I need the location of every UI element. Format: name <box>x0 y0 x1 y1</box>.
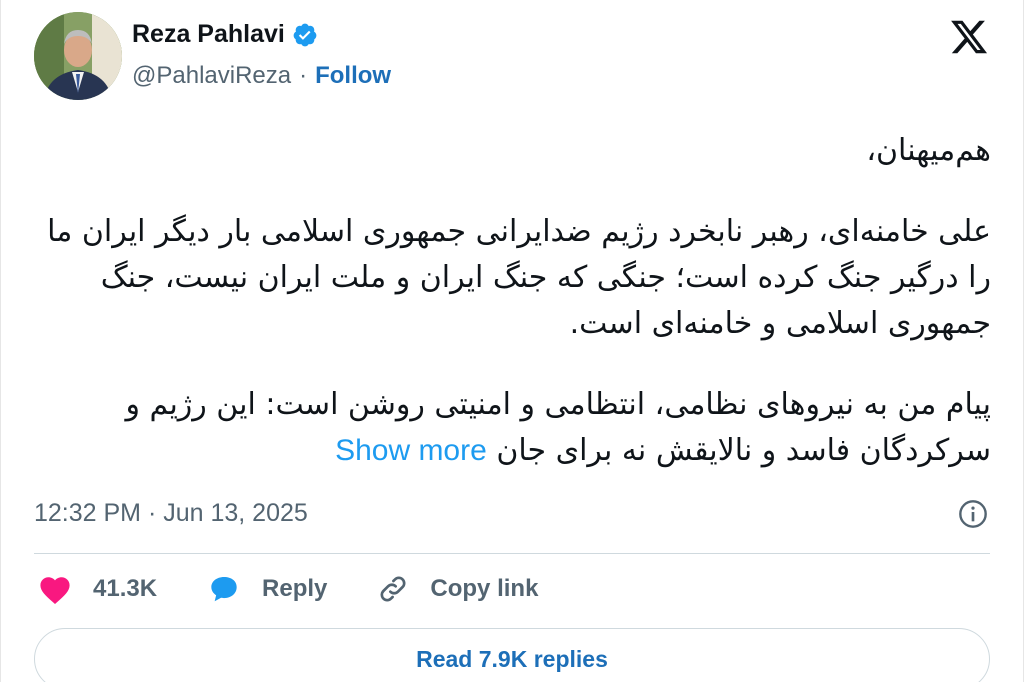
tweet-paragraph-2: پیام من به نیروهای نظامی، انتظامی و امنی… <box>31 382 991 474</box>
avatar-portrait-icon <box>34 12 122 100</box>
divider <box>34 553 990 554</box>
tweet-timestamp[interactable]: 12:32 PM · Jun 13, 2025 <box>34 499 308 528</box>
separator-dot: · <box>299 62 308 89</box>
author-handle[interactable]: @PahlaviReza <box>132 62 291 90</box>
heart-icon <box>40 577 70 605</box>
like-button[interactable]: 41.3K <box>38 573 157 605</box>
link-icon <box>380 576 406 602</box>
author-name[interactable]: Reza Pahlavi <box>132 20 285 49</box>
author-name-row: Reza Pahlavi <box>132 20 318 49</box>
tweet-greeting: هم‌میهنان، <box>866 133 991 168</box>
tweet-paragraph-2-text: پیام من به نیروهای نظامی، انتظامی و امنی… <box>125 387 991 468</box>
read-replies-button[interactable]: Read 7.9K replies <box>34 628 990 682</box>
verified-badge-icon <box>293 23 317 46</box>
action-bar: 41.3K Reply Copy link <box>38 573 588 605</box>
copy-link-label: Copy link <box>430 575 539 602</box>
avatar[interactable] <box>34 12 122 100</box>
like-count: 41.3K <box>93 575 158 602</box>
info-icon[interactable] <box>957 498 989 530</box>
follow-button[interactable]: Follow <box>315 62 391 90</box>
reply-button[interactable]: Reply <box>207 573 327 605</box>
author-handle-row: @PahlaviReza · Follow <box>132 62 391 90</box>
tweet-paragraph-1: علی خامنه‌ای، رهبر نابخرد رژیم ضدایرانی … <box>47 214 991 341</box>
tweet-text: هم‌میهنان، علی خامنه‌ای، رهبر نابخرد رژی… <box>31 128 991 474</box>
tweet-card: Reza Pahlavi @PahlaviReza · Follow هم‌می… <box>0 0 1024 682</box>
x-logo-icon[interactable] <box>949 17 989 57</box>
reply-bubble-icon <box>211 577 237 602</box>
copy-link-button[interactable]: Copy link <box>377 573 538 605</box>
reply-label: Reply <box>262 575 328 602</box>
show-more-link[interactable]: Show more <box>335 434 487 467</box>
